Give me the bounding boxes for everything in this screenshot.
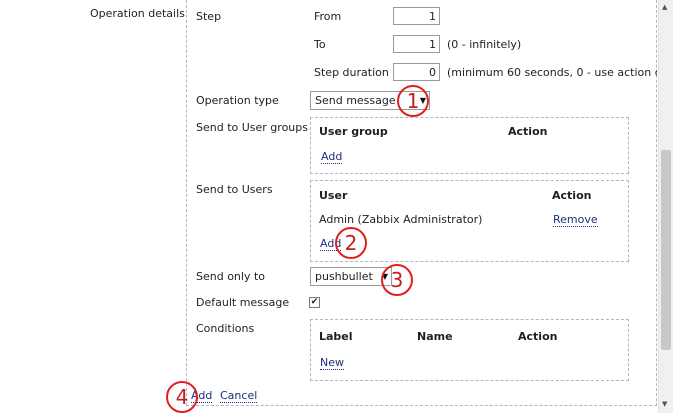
send-only-to-label: Send only to (196, 270, 266, 283)
conditions-label: Conditions (196, 322, 255, 335)
users-label: Send to Users (196, 183, 273, 196)
default-message-checkbox[interactable]: ✔ (309, 297, 320, 308)
scroll-up-icon[interactable]: ▲ (662, 3, 667, 11)
annotation-marker-1: 1 (397, 85, 429, 117)
annotation-marker-2: 2 (335, 227, 367, 259)
scrollbar-thumb[interactable] (661, 150, 671, 350)
step-label: Step (196, 10, 222, 23)
annotation-marker-4: 4 (166, 381, 198, 413)
operation-type-label: Operation type (196, 94, 279, 107)
default-message-label: Default message (196, 296, 290, 309)
users-row-remove-link[interactable]: Remove (553, 213, 598, 227)
user-groups-col-group: User group (319, 125, 388, 138)
conditions-col-label: Label (319, 330, 353, 343)
checkbox-checked-icon: ✔ (310, 297, 319, 307)
step-from-input[interactable]: 1 (393, 7, 440, 25)
step-to-input[interactable]: 1 (393, 35, 440, 53)
step-duration-input[interactable]: 0 (393, 63, 440, 81)
vertical-scrollbar[interactable]: ▲ ▼ (658, 0, 673, 413)
user-groups-add-link[interactable]: Add (321, 150, 343, 164)
conditions-new-link[interactable]: New (320, 356, 344, 370)
step-to-hint: (0 - infinitely) (447, 38, 522, 51)
step-duration-hint: (minimum 60 seconds, 0 - use action defa (447, 66, 657, 79)
step-to-label: To (314, 38, 326, 51)
operation-cancel-link[interactable]: Cancel (220, 389, 258, 403)
user-groups-table: User group Action Add (310, 117, 629, 174)
annotation-marker-3: 3 (381, 264, 413, 296)
step-duration-label: Step duration (314, 66, 389, 79)
step-from-label: From (314, 10, 342, 23)
scroll-down-icon[interactable]: ▼ (662, 400, 667, 408)
user-groups-label: Send to User groups (196, 121, 308, 134)
conditions-col-action: Action (518, 330, 558, 343)
users-col-action: Action (552, 189, 592, 202)
users-col-user: User (319, 189, 348, 202)
users-row-user: Admin (Zabbix Administrator) (319, 213, 483, 226)
conditions-col-name: Name (417, 330, 453, 343)
operation-type-value: Send message (315, 94, 396, 107)
send-only-to-select[interactable]: pushbullet ▼ (310, 267, 392, 286)
user-groups-col-action: Action (508, 125, 548, 138)
send-only-to-value: pushbullet (315, 270, 373, 283)
section-label-operation-details: Operation details (90, 7, 185, 20)
conditions-table: Label Name Action New (310, 319, 629, 381)
